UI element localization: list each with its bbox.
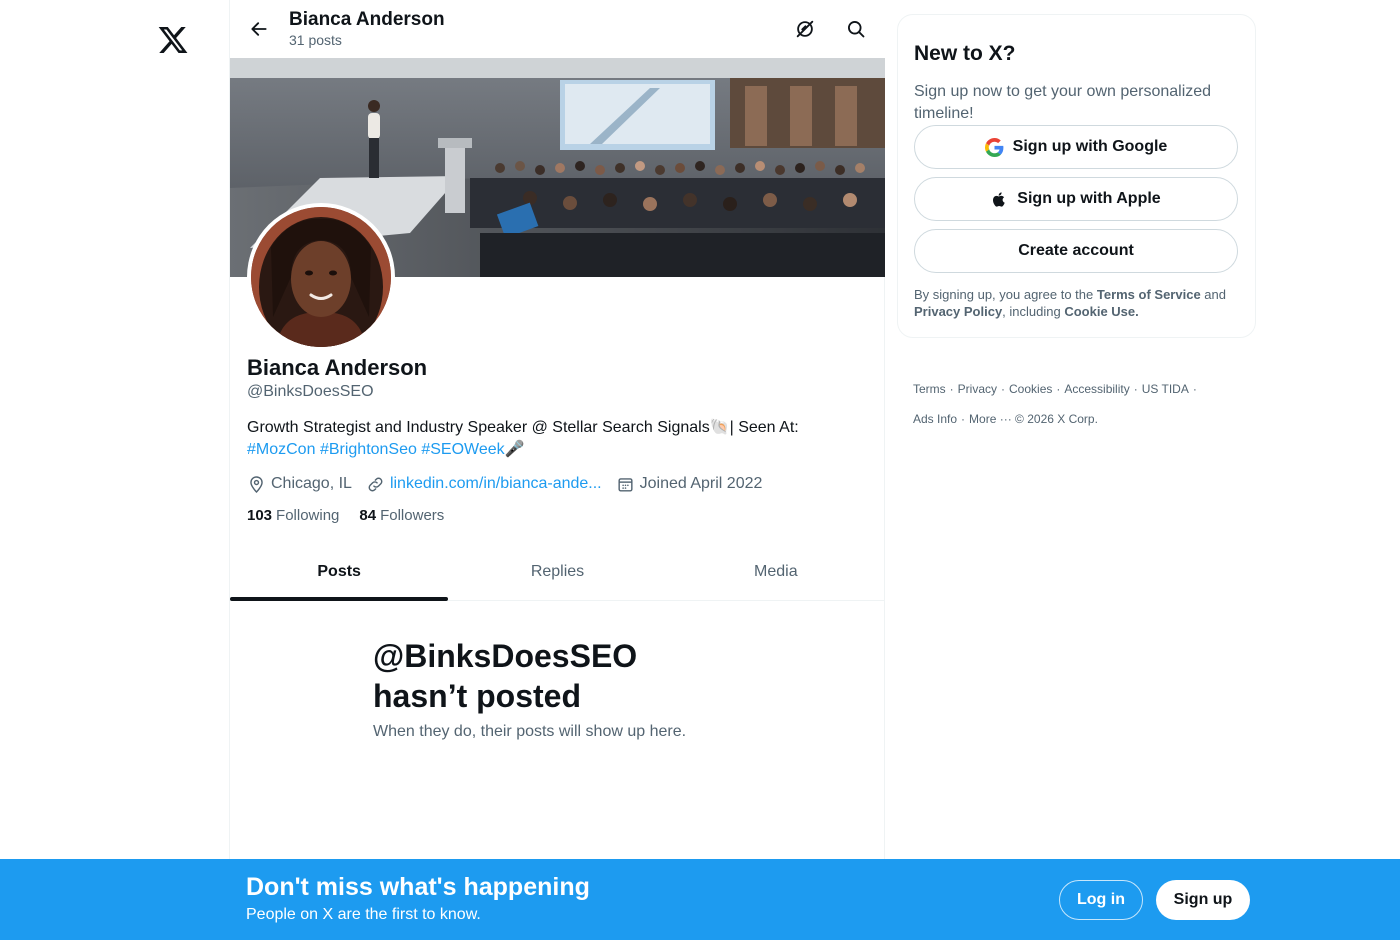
- link-icon: [368, 477, 383, 491]
- bio-tail-emoji: 🎤: [504, 441, 525, 458]
- signup-card: New to X? Sign up now to get your own pe…: [897, 14, 1256, 338]
- header-posts-count: 31 posts: [289, 32, 342, 48]
- empty-title-line1: @BinksDoesSEO: [373, 638, 638, 674]
- empty-state-title: @BinksDoesSEO hasn’t posted: [373, 636, 773, 716]
- empty-state-subtitle: When they do, their posts will show up h…: [373, 723, 687, 740]
- legal-and: and: [1200, 287, 1226, 302]
- profile-handle: @BinksDoesSEO: [247, 383, 374, 400]
- main-column: Bianca Anderson 31 posts Bianca Anderson…: [229, 0, 886, 940]
- profile-avatar[interactable]: [247, 203, 395, 351]
- profile-meta-row: Chicago, IL linkedin.com/in/bianca-ande.…: [247, 473, 776, 495]
- prompt-subtitle: People on X are the first to know.: [246, 906, 481, 923]
- hashtag-seoweek[interactable]: #SEOWeek: [421, 441, 504, 458]
- signup-card-subtitle: Sign up now to get your own personalized…: [914, 83, 1212, 122]
- following-count: 103: [247, 507, 273, 524]
- tab-media[interactable]: Media: [667, 543, 885, 600]
- footer-link-accessibility[interactable]: Accessibility: [1064, 382, 1129, 396]
- arrow-left-icon: [251, 22, 267, 36]
- terms-of-service-link[interactable]: Terms of Service: [1097, 287, 1201, 302]
- avatar-image: [251, 207, 391, 347]
- following-label: Following: [276, 507, 340, 524]
- followers-link[interactable]: 84 Followers: [359, 507, 444, 524]
- signup-prompt-bar: Don't miss what's happening People on X …: [0, 859, 1400, 940]
- footer-link-terms[interactable]: Terms: [913, 382, 946, 396]
- signup-apple-label: Sign up with Apple: [1017, 190, 1161, 207]
- search-icon: [848, 21, 865, 38]
- website-link[interactable]: linkedin.com/in/bianca-ande...: [390, 475, 602, 493]
- x-logo-icon[interactable]: [157, 24, 189, 56]
- legal-prefix: By signing up, you agree to the: [914, 287, 1097, 302]
- footer-link-cookies[interactable]: Cookies: [1009, 382, 1052, 396]
- footer-link-ads-info[interactable]: Ads Info: [913, 412, 957, 426]
- cookie-use-link[interactable]: Cookie Use.: [1064, 304, 1138, 319]
- prompt-title: Don't miss what's happening: [246, 873, 590, 901]
- apple-icon: [993, 191, 1005, 207]
- following-link[interactable]: 103 Following: [247, 507, 339, 524]
- signup-google-button[interactable]: Sign up with Google: [914, 125, 1238, 169]
- google-icon: [984, 137, 1004, 157]
- hashtag-mozcon[interactable]: #MozCon: [247, 441, 315, 458]
- calendar-icon: [618, 477, 633, 492]
- footer-link-privacy[interactable]: Privacy: [958, 382, 997, 396]
- empty-title-line2: hasn’t posted: [373, 678, 582, 714]
- login-button[interactable]: Log in: [1059, 880, 1143, 920]
- signup-apple-button[interactable]: Sign up with Apple: [914, 177, 1238, 221]
- grok-icon: [796, 20, 814, 38]
- tab-posts[interactable]: Posts: [230, 543, 449, 601]
- followers-count: 84: [359, 507, 377, 524]
- follow-stats: 103 Following 84 Followers: [247, 507, 464, 524]
- hashtag-brightonseo[interactable]: #BrightonSeo: [320, 441, 417, 458]
- privacy-policy-link[interactable]: Privacy Policy: [914, 304, 1002, 319]
- profile-tabs: Posts Replies Media: [230, 543, 885, 601]
- location-item: Chicago, IL: [247, 475, 352, 494]
- footer-links: Terms · Privacy · Cookies · Accessibility · US T…: [913, 382, 1197, 426]
- signup-card-title: New to X?: [914, 42, 1016, 65]
- grok-button[interactable]: [790, 14, 820, 44]
- create-account-label: Create account: [1018, 242, 1134, 259]
- legal-including: , including: [1002, 304, 1065, 319]
- joined-item: Joined April 2022: [616, 475, 763, 494]
- search-button[interactable]: [841, 14, 871, 44]
- signup-google-label: Sign up with Google: [1012, 138, 1168, 155]
- joined-text: Joined April 2022: [639, 475, 763, 492]
- followers-label: Followers: [380, 507, 445, 524]
- website-item: linkedin.com/in/bianca-ande...: [366, 475, 602, 494]
- create-account-button[interactable]: Create account: [914, 229, 1238, 273]
- location-pin-icon: [250, 475, 263, 493]
- profile-header-bar: Bianca Anderson 31 posts: [230, 0, 886, 58]
- signup-legal-text: By signing up, you agree to the Terms of…: [914, 286, 1244, 320]
- footer-copyright: © 2026 X Corp.: [1015, 412, 1098, 426]
- signup-button[interactable]: Sign up: [1156, 880, 1250, 920]
- location-text: Chicago, IL: [271, 475, 352, 492]
- tab-replies[interactable]: Replies: [448, 543, 666, 600]
- bio-text: Growth Strategist and Industry Speaker @…: [247, 419, 799, 436]
- back-button[interactable]: [244, 14, 274, 44]
- footer-link-more[interactable]: More ···: [969, 412, 1012, 426]
- footer-link-us-tida[interactable]: US TIDA: [1142, 382, 1189, 396]
- profile-bio: Growth Strategist and Industry Speaker @…: [247, 417, 847, 461]
- header-profile-name: Bianca Anderson: [289, 9, 445, 30]
- profile-display-name: Bianca Anderson: [247, 355, 428, 380]
